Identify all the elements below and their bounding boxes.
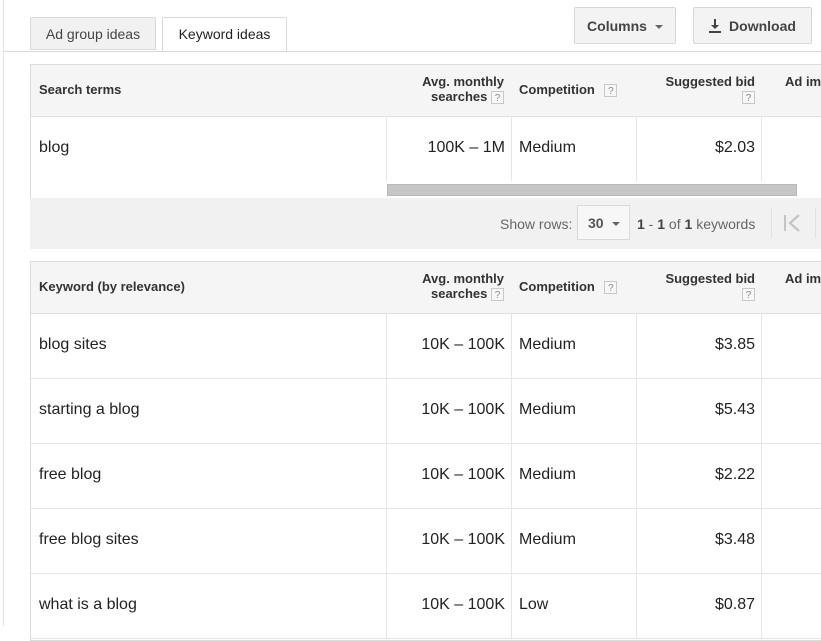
columns-button[interactable]: Columns	[574, 7, 676, 44]
cell-competition: Medium	[511, 443, 636, 508]
cell-avg-searches: 10K – 100K	[386, 313, 511, 378]
cell-keyword: starting a blog	[39, 401, 140, 418]
header-suggested-bid[interactable]: Suggested bid ?	[636, 74, 755, 105]
header-avg-line1: Avg. monthly	[422, 271, 504, 286]
pager-divider	[771, 208, 772, 238]
header-avg-line2: searches	[430, 89, 488, 104]
table-row: free blog 10K – 100K Medium $2.22	[31, 443, 821, 509]
cell-keyword: blog	[39, 139, 70, 156]
rows-per-page-value: 30	[588, 214, 604, 231]
table-header: Search terms Avg. monthly searches ? Com…	[31, 65, 821, 117]
page-range: 1 - 1 of 1 keywords	[637, 216, 756, 232]
cell-ad-impression-share	[761, 573, 821, 638]
horizontal-scrollbar[interactable]	[31, 181, 821, 198]
header-avg-line1: Avg. monthly	[422, 74, 504, 89]
cell-suggested-bid: $2.22	[636, 443, 761, 508]
header-ad-impression-share[interactable]: Ad im	[785, 74, 821, 89]
help-icon[interactable]: ?	[491, 288, 504, 302]
cell-competition: Medium	[511, 313, 636, 378]
columns-label: Columns	[587, 17, 647, 34]
cell-ad-impression-share	[761, 116, 821, 181]
header-competition[interactable]: Competition ?	[519, 82, 618, 98]
header-competition[interactable]: Competition ?	[519, 279, 618, 295]
help-icon[interactable]: ?	[742, 288, 755, 302]
cell-avg-searches: 100K – 1M	[386, 116, 511, 181]
cell-ad-impression-share	[761, 508, 821, 573]
tab-keyword-ideas[interactable]: Keyword ideas	[162, 17, 287, 52]
cell-suggested-bid: $2.03	[636, 116, 761, 181]
cell-competition: Medium	[511, 378, 636, 443]
header-competition-label: Competition	[519, 82, 595, 97]
cell-keyword: free blog	[39, 466, 102, 483]
download-arrow-icon	[709, 18, 722, 33]
cell-competition: Medium	[511, 116, 636, 181]
header-bid-label: Suggested bid	[665, 271, 755, 286]
caret-down-icon	[611, 221, 620, 226]
table-row: blog sites 10K – 100K Medium $3.85	[31, 313, 821, 379]
cell-avg-searches: 10K – 100K	[386, 443, 511, 508]
cell-keyword: blog sites	[39, 336, 107, 353]
header-keyword-by-relevance[interactable]: Keyword (by relevance)	[39, 279, 185, 294]
search-terms-table: Search terms Avg. monthly searches ? Com…	[30, 64, 821, 198]
left-border	[3, 0, 4, 626]
header-search-terms[interactable]: Search terms	[39, 82, 121, 97]
cell-ad-impression-share	[761, 378, 821, 443]
pagination-bar: Show rows: 30 1 - 1 of 1 keywords	[30, 198, 821, 249]
cell-ad-impression-share	[761, 443, 821, 508]
cell-competition: Low	[511, 573, 636, 638]
scrollbar-thumb[interactable]	[387, 184, 797, 196]
pager-divider	[815, 208, 816, 238]
cell-ad-impression-share	[761, 313, 821, 378]
help-icon[interactable]: ?	[604, 84, 618, 98]
help-icon[interactable]: ?	[491, 91, 504, 105]
cell-suggested-bid: $0.87	[636, 573, 761, 638]
first-page-icon[interactable]	[780, 212, 804, 234]
header-competition-label: Competition	[519, 279, 595, 294]
table-row: free blog sites 10K – 100K Medium $3.48	[31, 508, 821, 574]
table-row: starting a blog 10K – 100K Medium $5.43	[31, 378, 821, 444]
cell-keyword: what is a blog	[39, 596, 137, 613]
show-rows-label: Show rows:	[500, 216, 573, 232]
cell-suggested-bid: $3.48	[636, 508, 761, 573]
cell-avg-searches: 10K – 100K	[386, 508, 511, 573]
cell-suggested-bid: $5.43	[636, 378, 761, 443]
keyword-ideas-table: Keyword (by relevance) Avg. monthly sear…	[30, 261, 821, 641]
header-suggested-bid[interactable]: Suggested bid ?	[636, 271, 755, 302]
table-row: blog 100K – 1M Medium $2.03	[31, 116, 821, 182]
header-avg-line2: searches	[430, 286, 488, 301]
table-row: what is a blog 10K – 100K Low $0.87	[31, 573, 821, 639]
cell-keyword: free blog sites	[39, 531, 139, 548]
cell-avg-searches: 10K – 100K	[386, 573, 511, 638]
header-avg-monthly-searches[interactable]: Avg. monthly searches ?	[366, 74, 504, 105]
tab-divider	[3, 51, 821, 52]
cell-avg-searches: 10K – 100K	[386, 378, 511, 443]
cell-competition: Medium	[511, 508, 636, 573]
rows-per-page-select[interactable]: 30	[577, 205, 630, 240]
header-bid-label: Suggested bid	[665, 74, 755, 89]
header-ad-impression-share[interactable]: Ad im	[785, 271, 821, 286]
tab-ad-group-ideas[interactable]: Ad group ideas	[30, 17, 156, 50]
help-icon[interactable]: ?	[604, 281, 618, 295]
cell-suggested-bid: $3.85	[636, 313, 761, 378]
help-icon[interactable]: ?	[742, 91, 755, 105]
download-label: Download	[729, 17, 796, 34]
download-button[interactable]: Download	[693, 7, 812, 44]
caret-down-icon	[654, 24, 663, 29]
header-avg-monthly-searches[interactable]: Avg. monthly searches ?	[366, 271, 504, 302]
table-header: Keyword (by relevance) Avg. monthly sear…	[31, 262, 821, 314]
